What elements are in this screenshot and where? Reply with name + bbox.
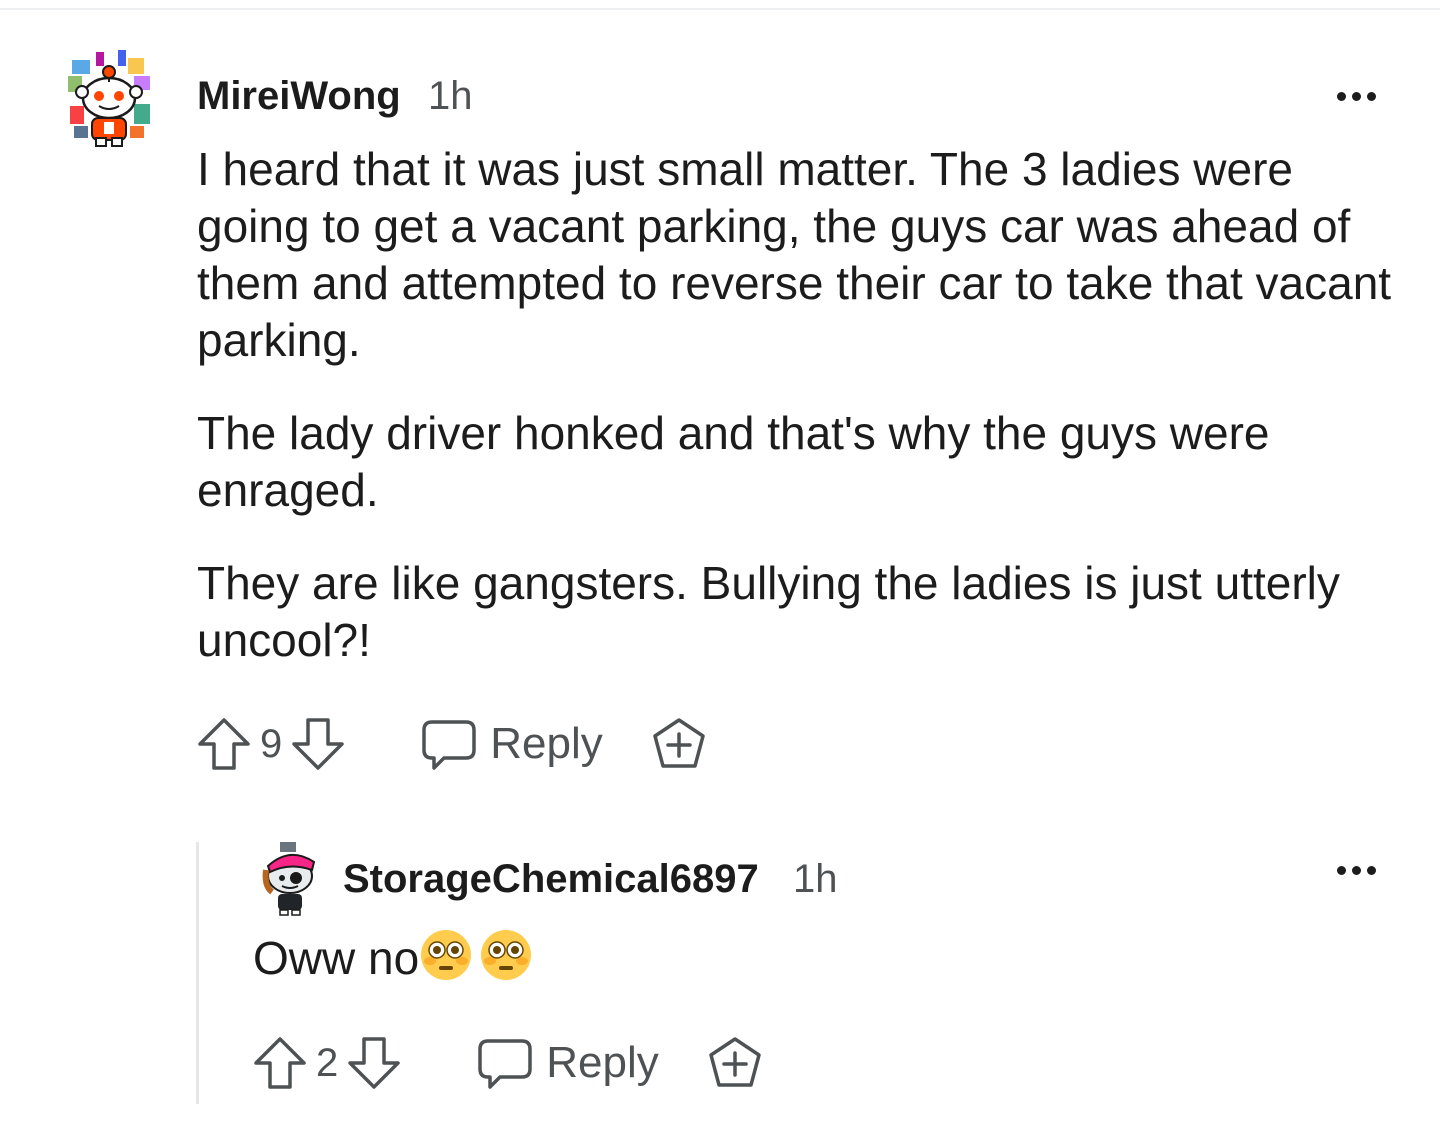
comment-timestamp: 1h — [428, 74, 473, 118]
flushed-face-emoji — [479, 928, 533, 982]
comment-actions: 2 Reply — [252, 1035, 763, 1091]
comment-paragraph: The lady driver honked and that's why th… — [197, 407, 1270, 516]
thread-line[interactable] — [196, 842, 199, 1104]
award-icon[interactable] — [707, 1035, 763, 1091]
reply-label: Reply — [490, 719, 603, 768]
comment-body: Oww no — [253, 928, 1353, 987]
upvote-icon[interactable] — [252, 1035, 308, 1091]
vote-count: 9 — [260, 721, 283, 766]
reply-label: Reply — [546, 1038, 659, 1087]
user-avatar[interactable] — [66, 46, 152, 150]
comment-bubble-icon — [420, 716, 478, 772]
user-avatar[interactable] — [258, 840, 322, 916]
award-icon[interactable] — [651, 716, 707, 772]
more-dot — [1352, 866, 1361, 875]
more-dot — [1367, 866, 1376, 875]
comment-bubble-icon — [476, 1035, 534, 1091]
more-dot — [1337, 866, 1346, 875]
comment-paragraph: They are like gangsters. Bullying the la… — [197, 557, 1340, 666]
more-dot — [1352, 92, 1361, 101]
more-options-button[interactable] — [1337, 866, 1376, 875]
snoo-avatar-icon — [68, 50, 150, 147]
more-dot — [1367, 92, 1376, 101]
downvote-icon[interactable] — [290, 716, 346, 772]
comment-author[interactable]: MireiWong — [197, 74, 401, 119]
comment-paragraph: I heard that it was just small matter. T… — [197, 143, 1392, 366]
reply-button[interactable]: Reply — [476, 1035, 659, 1091]
top-divider — [0, 8, 1440, 10]
flushed-face-emoji — [419, 928, 473, 982]
comment-timestamp: 1h — [793, 857, 838, 901]
downvote-icon[interactable] — [346, 1035, 402, 1091]
reply-button[interactable]: Reply — [420, 716, 603, 772]
more-dot — [1337, 92, 1346, 101]
comment-author[interactable]: StorageChemical6897 — [343, 857, 759, 902]
vote-count: 2 — [316, 1040, 339, 1085]
upvote-icon[interactable] — [196, 716, 252, 772]
comment-paragraph: Oww no — [253, 928, 1353, 987]
more-options-button[interactable] — [1337, 92, 1376, 101]
comment-body: I heard that it was just small matter. T… — [197, 141, 1397, 669]
snoo-avatar-icon — [262, 842, 316, 916]
comment-actions: 9 Reply — [196, 716, 707, 772]
comment-text: Oww no — [253, 932, 420, 984]
